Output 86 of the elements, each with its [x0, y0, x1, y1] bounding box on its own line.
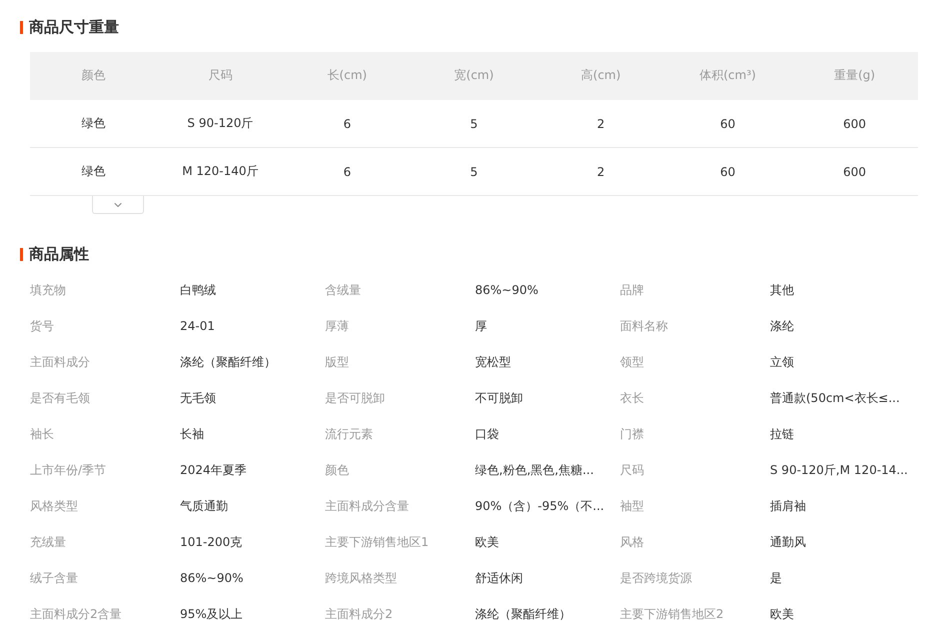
table-cell-text: 6	[342, 164, 352, 178]
attribute-value: 舒适休闲	[475, 570, 524, 586]
attribute-value: 厚	[475, 318, 488, 334]
attribute-label: 货号	[30, 318, 55, 334]
attribute-label: 袖长	[30, 426, 55, 442]
attribute-label: 填充物	[30, 282, 67, 298]
table-cell-text: S 90-120斤	[186, 115, 254, 132]
attribute-label: 颜色	[325, 462, 350, 478]
column-header: 高(cm)	[580, 67, 622, 84]
table-cell-text: M 120-140斤	[181, 163, 260, 180]
table-cell-text: 5	[469, 116, 479, 130]
attribute-label: 主要下游销售地区2	[620, 606, 725, 622]
attribute-value: 欧美	[475, 534, 500, 550]
table-cell-text: 6	[342, 116, 352, 130]
attribute-value: 普通款(50cm<衣长≤...	[770, 390, 901, 406]
title-accent-bar	[20, 20, 23, 34]
attribute-label: 袖型	[620, 498, 645, 514]
attribute-label: 风格	[620, 534, 645, 550]
attribute-value: 不可脱卸	[475, 390, 524, 406]
table-cell-text: 600	[842, 116, 868, 130]
attribute-value: 涤纶	[770, 318, 795, 334]
attribute-value: 拉链	[770, 426, 795, 442]
attribute-label: 上市年份/季节	[30, 462, 108, 478]
attribute-label: 是否跨境货源	[620, 570, 693, 586]
attribute-value: 95%及以上	[180, 606, 244, 622]
attribute-value: 立领	[770, 354, 795, 370]
attribute-value: 86%~90%	[180, 571, 244, 585]
attribute-value: 长袖	[180, 426, 205, 442]
section-title: 商品尺寸重量	[29, 18, 119, 36]
attribute-value: 101-200克	[180, 534, 244, 550]
attribute-label: 含绒量	[325, 282, 362, 298]
table-cell-text: 5	[469, 164, 479, 178]
attribute-label: 充绒量	[30, 534, 67, 550]
attribute-label: 尺码	[620, 462, 645, 478]
attribute-label: 版型	[325, 354, 350, 370]
attribute-label: 领型	[620, 354, 645, 370]
attribute-value: 绿色,粉色,黑色,焦糖...	[475, 462, 595, 478]
attribute-value: 90%（含）-95%（不...	[475, 498, 606, 514]
attribute-label: 门襟	[620, 426, 645, 442]
attribute-label: 跨境风格类型	[325, 570, 398, 586]
attribute-value: 气质通勤	[180, 498, 229, 514]
attribute-label: 厚薄	[325, 318, 350, 334]
attribute-value: 宽松型	[475, 354, 512, 370]
attribute-value: 口袋	[475, 426, 500, 442]
attribute-label: 品牌	[620, 282, 645, 298]
table-cell-text: 2	[596, 116, 606, 130]
column-header: 长(cm)	[326, 67, 368, 84]
attribute-value: 涤纶（聚酯纤维）	[475, 606, 572, 622]
column-header: 颜色	[80, 67, 106, 84]
column-header: 尺码	[207, 67, 234, 84]
table-cell-text: 2	[596, 164, 606, 178]
table-cell-text: 绿色	[80, 115, 106, 132]
column-header: 宽(cm)	[453, 67, 495, 84]
column-header: 体积(cm³)	[698, 67, 757, 84]
attribute-value: 其他	[770, 282, 795, 298]
attribute-value: 涤纶（聚酯纤维）	[180, 354, 277, 370]
attribute-label: 是否可脱卸	[325, 390, 386, 406]
attribute-value: 欧美	[770, 606, 795, 622]
attribute-value: 白鸭绒	[180, 282, 217, 298]
attribute-value: 插肩袖	[770, 498, 807, 514]
table-cell-text: 60	[719, 116, 736, 130]
attribute-label: 主面料成分2	[325, 606, 394, 622]
attribute-label: 衣长	[620, 390, 645, 406]
column-header: 重量(g)	[833, 67, 876, 84]
attribute-label: 主要下游销售地区1	[325, 534, 430, 550]
attribute-label: 流行元素	[325, 426, 374, 442]
attribute-label: 主面料成分含量	[325, 498, 410, 514]
table-cell-text: 绿色	[80, 163, 106, 180]
attribute-value: 24-01	[180, 319, 216, 333]
attribute-value: 通勤风	[770, 534, 807, 550]
attribute-label: 是否有毛领	[30, 390, 91, 406]
attribute-label: 主面料成分2含量	[30, 606, 123, 622]
attribute-value: 是	[770, 570, 783, 586]
attribute-value: S 90-120斤,M 120-14...	[770, 462, 909, 478]
section-title: 商品属性	[29, 244, 89, 264]
attribute-label: 面料名称	[620, 318, 669, 334]
title-accent-bar	[20, 248, 23, 260]
attribute-label: 绒子含量	[30, 570, 79, 586]
attribute-value: 2024年夏季	[180, 462, 248, 478]
attribute-value: 无毛领	[180, 390, 217, 406]
expand-button[interactable]	[92, 196, 144, 214]
attribute-label: 风格类型	[30, 498, 79, 514]
table-cell-text: 60	[719, 164, 736, 178]
attribute-value: 86%~90%	[475, 283, 540, 297]
attribute-label: 主面料成分	[30, 354, 91, 370]
table-cell-text: 600	[842, 164, 868, 178]
